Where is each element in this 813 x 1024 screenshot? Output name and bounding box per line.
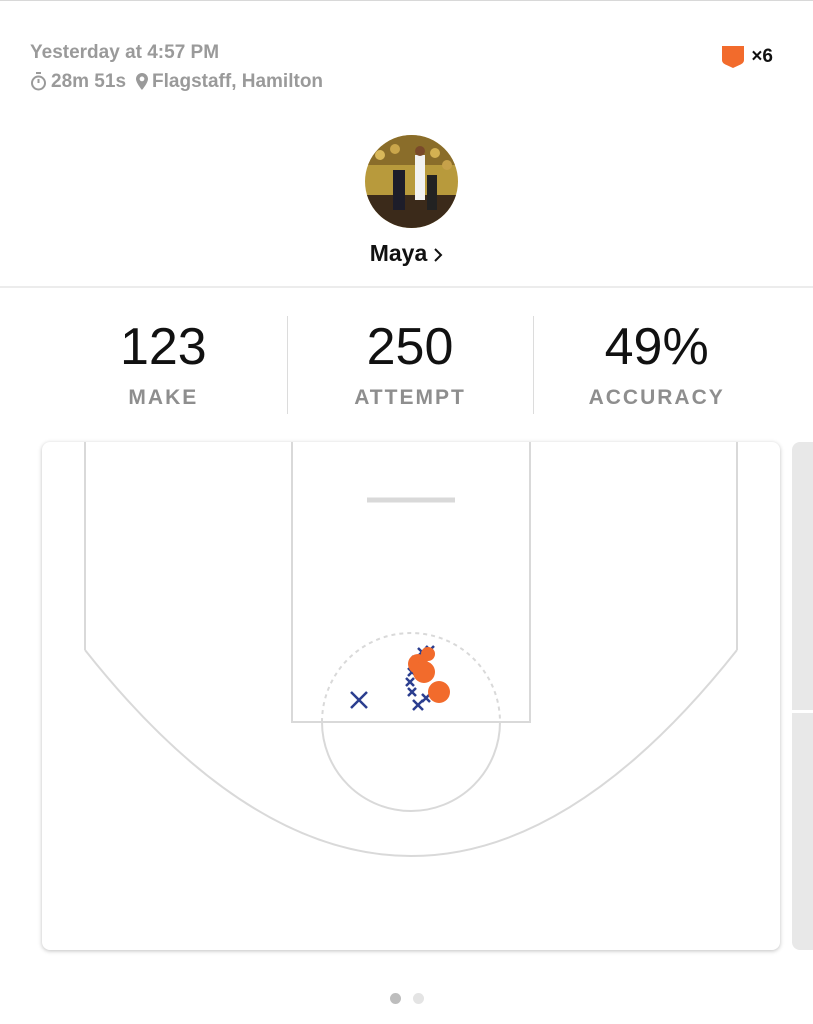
- session-meta: Yesterday at 4:57 PM 28m 51s Flagstaff, …: [30, 38, 323, 96]
- top-divider: [0, 0, 813, 1]
- chevron-right-icon: [434, 248, 443, 262]
- session-duration: 28m 51s: [51, 71, 127, 92]
- session-timestamp: Yesterday at 4:57 PM: [30, 42, 220, 63]
- stat-attempt-value: 250: [366, 318, 454, 376]
- stat-attempt-label: ATTEMPT: [354, 386, 466, 409]
- player-name: Maya: [369, 240, 428, 266]
- make-marker: [421, 647, 435, 661]
- stopwatch-icon: [30, 72, 47, 91]
- page-dot-2[interactable]: [412, 993, 424, 1004]
- session-location: Flagstaff, Hamilton: [152, 71, 324, 92]
- section-divider: [0, 286, 813, 288]
- next-chart-card[interactable]: [792, 442, 813, 950]
- miss-marker: [350, 691, 368, 709]
- stat-make: 123 MAKE: [40, 316, 287, 414]
- badge-counter[interactable]: ×6: [721, 45, 773, 69]
- stat-accuracy-label: ACCURACY: [588, 386, 725, 409]
- miss-marker: [407, 687, 417, 697]
- free-throw-circle: [321, 721, 501, 812]
- location-pin-icon: [136, 73, 149, 90]
- page-indicator[interactable]: [0, 993, 813, 1004]
- stat-attempt: 250 ATTEMPT: [286, 316, 534, 414]
- shot-chart-card[interactable]: [42, 442, 780, 950]
- free-throw-circle-dashed: [321, 632, 501, 723]
- make-marker: [428, 681, 450, 703]
- half-court: [84, 442, 738, 857]
- session-details: 28m 51s Flagstaff, Hamilton: [30, 67, 323, 96]
- page-dot-1[interactable]: [389, 993, 401, 1004]
- stats-row: 123 MAKE 250 ATTEMPT 49% ACCURACY: [40, 316, 780, 414]
- next-card-divider: [792, 710, 813, 713]
- miss-marker: [405, 677, 415, 687]
- stat-accuracy-value: 49%: [604, 318, 709, 376]
- stat-accuracy: 49% ACCURACY: [533, 316, 780, 414]
- stat-make-label: MAKE: [128, 386, 199, 409]
- make-marker: [413, 661, 435, 683]
- player-link[interactable]: Maya: [0, 240, 813, 267]
- badge-count: ×6: [751, 46, 773, 67]
- shield-badge-icon: [722, 46, 745, 68]
- avatar[interactable]: [365, 135, 458, 228]
- stat-make-value: 123: [119, 318, 207, 376]
